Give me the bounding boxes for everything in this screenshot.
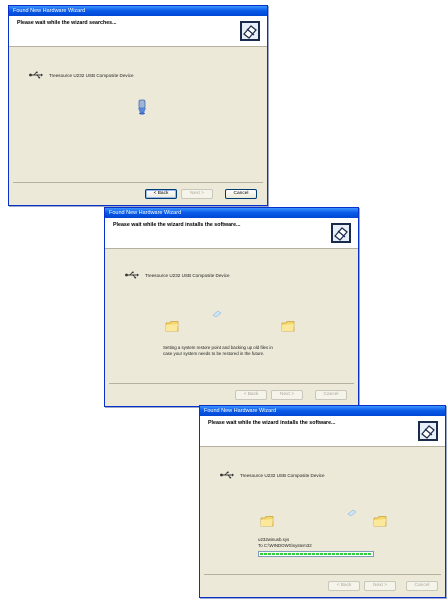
file-name: u232winusb.sys [258, 537, 290, 542]
next-button[interactable]: Next > [364, 581, 396, 591]
wizard-body: Treesource U232 USB Composite Device [9, 47, 267, 183]
file-destination: To C:\WINDOWS\system32 [258, 543, 312, 548]
wizard-header: Please wait while the wizard searches... [9, 16, 267, 47]
device-row: Treesource U232 USB Composite Device [125, 271, 230, 279]
header-title: Please wait while the wizard installs th… [113, 222, 241, 228]
wizard-header: Please wait while the wizard installs th… [200, 416, 445, 447]
device-row: Treesource U232 USB Composite Device [29, 71, 134, 79]
title-bar[interactable]: Found New Hardware Wizard [105, 208, 358, 218]
header-title: Please wait while the wizard installs th… [208, 420, 336, 426]
paper-icon [347, 509, 357, 517]
wizard-window-copying: Found New Hardware Wizard Please wait wh… [199, 405, 446, 598]
next-button[interactable]: Next > [271, 390, 303, 400]
wizard-hardware-icon [240, 21, 260, 41]
header-title: Please wait while the wizard searches... [17, 20, 117, 26]
flashlight-search-icon [138, 99, 146, 115]
back-button[interactable]: < Back [235, 390, 267, 400]
wizard-footer: < Back Next > Cancel [204, 574, 441, 597]
status-line-2: case your system needs to be restored in… [163, 350, 265, 356]
usb-icon [220, 471, 234, 479]
cancel-button[interactable]: Cancel [406, 581, 438, 591]
wizard-window-search: Found New Hardware Wizard Please wait wh… [8, 5, 268, 206]
title-bar[interactable]: Found New Hardware Wizard [200, 406, 445, 416]
device-name: Treesource U232 USB Composite Device [145, 272, 230, 278]
folder-icon [165, 321, 179, 332]
wizard-body: Treesource U232 USB Composite Device u23… [200, 447, 445, 575]
wizard-hardware-icon [418, 421, 438, 441]
device-name: Treesource U232 USB Composite Device [49, 72, 134, 78]
back-button[interactable]: < Back [145, 189, 177, 199]
cancel-button[interactable]: Cancel [225, 189, 257, 199]
device-name: Treesource U232 USB Composite Device [240, 472, 325, 478]
folder-icon [281, 321, 295, 332]
wizard-window-restore: Found New Hardware Wizard Please wait wh… [104, 207, 359, 407]
cancel-button[interactable]: Cancel [315, 390, 347, 400]
wizard-footer: < Back Next > Cancel [13, 182, 263, 205]
wizard-hardware-icon [331, 223, 351, 243]
folder-icon [373, 516, 387, 527]
wizard-body: Treesource U232 USB Composite Device Set… [105, 249, 358, 384]
device-row: Treesource U232 USB Composite Device [220, 471, 325, 479]
wizard-header: Please wait while the wizard installs th… [105, 218, 358, 249]
wizard-footer: < Back Next > Cancel [109, 383, 354, 406]
usb-icon [29, 71, 43, 79]
copy-progress-bar [258, 551, 374, 557]
back-button[interactable]: < Back [328, 581, 360, 591]
usb-icon [125, 271, 139, 279]
progress-fill [260, 553, 372, 555]
folder-icon [260, 516, 274, 527]
next-button[interactable]: Next > [181, 189, 213, 199]
paper-icon [212, 310, 222, 318]
title-bar[interactable]: Found New Hardware Wizard [9, 6, 267, 16]
